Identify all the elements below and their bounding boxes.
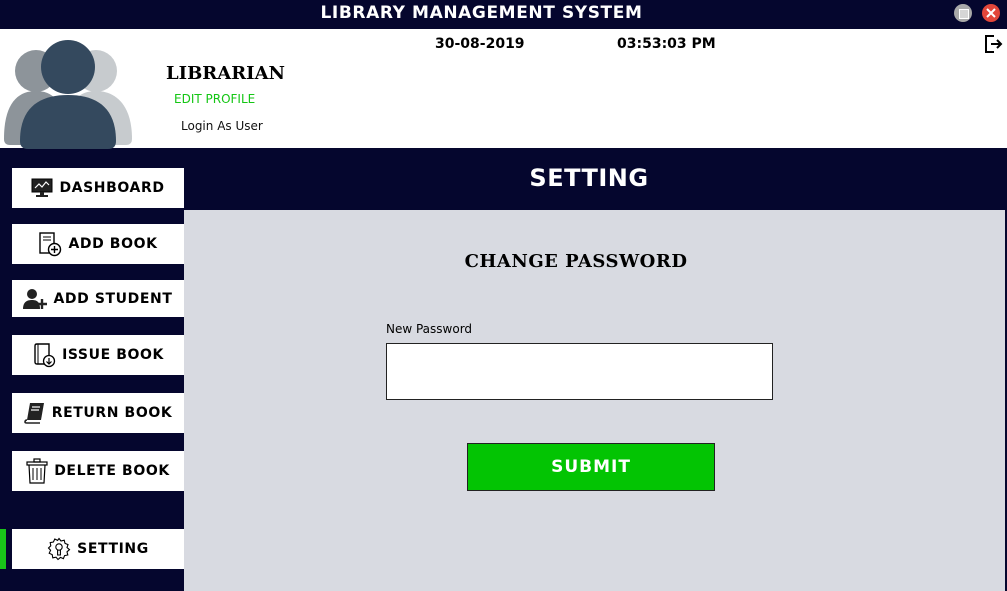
edit-profile-link[interactable]: EDIT PROFILE: [174, 92, 255, 106]
sidebar-item-label: DELETE BOOK: [54, 463, 170, 479]
current-date: 30-08-2019: [435, 36, 525, 52]
sidebar-item-setting[interactable]: SETTING: [12, 529, 184, 569]
sidebar-item-label: ADD BOOK: [68, 236, 158, 252]
sidebar-item-label: SETTING: [77, 541, 149, 557]
active-indicator: [0, 529, 6, 569]
sidebar-item-label: DASHBOARD: [59, 180, 165, 196]
title-bar: LIBRARY MANAGEMENT SYSTEM: [0, 0, 1007, 28]
sidebar-item-label: ISSUE BOOK: [62, 347, 164, 363]
close-icon[interactable]: [982, 4, 1000, 22]
sidebar-item-label: ADD STUDENT: [53, 290, 173, 307]
app-window: LIBRARY MANAGEMENT SYSTEM LIBRARIAN EDIT…: [0, 0, 1007, 591]
sidebar-item-dashboard[interactable]: DASHBOARD: [12, 168, 184, 208]
sidebar-item-return-book[interactable]: RETURN BOOK: [12, 393, 184, 433]
header: LIBRARIAN EDIT PROFILE Login As User 30-…: [0, 29, 1007, 149]
users-avatar-icon: [4, 40, 132, 149]
new-password-field[interactable]: [386, 343, 773, 400]
user-role: LIBRARIAN: [166, 63, 286, 84]
add-book-icon: [39, 232, 62, 257]
login-as-user-link[interactable]: Login As User: [181, 119, 263, 133]
book-icon: [23, 403, 44, 424]
maximize-icon[interactable]: [954, 4, 972, 22]
section-title: CHANGE PASSWORD: [464, 251, 688, 272]
sidebar-item-add-student[interactable]: ADD STUDENT: [12, 280, 184, 317]
submit-button[interactable]: SUBMIT: [467, 443, 715, 491]
trash-icon: [26, 458, 48, 484]
monitor-icon: [31, 178, 53, 197]
add-user-icon: [23, 288, 48, 309]
window-title: LIBRARY MANAGEMENT SYSTEM: [320, 3, 643, 23]
new-password-label: New Password: [386, 322, 473, 336]
current-time: 03:53:03 PM: [617, 36, 716, 52]
settings-panel: CHANGE PASSWORD New Password SUBMIT: [184, 210, 1005, 591]
sidebar-item-issue-book[interactable]: ISSUE BOOK: [12, 335, 184, 375]
main-header: SETTING: [184, 148, 1004, 210]
sidebar-item-label: RETURN BOOK: [51, 405, 173, 421]
settings-icon: [47, 537, 71, 561]
issue-book-icon: [34, 343, 56, 368]
logout-icon[interactable]: [983, 33, 1003, 55]
sidebar-item-delete-book[interactable]: DELETE BOOK: [12, 451, 184, 491]
page-title: SETTING: [529, 164, 649, 192]
sidebar-item-add-book[interactable]: ADD BOOK: [12, 224, 184, 264]
